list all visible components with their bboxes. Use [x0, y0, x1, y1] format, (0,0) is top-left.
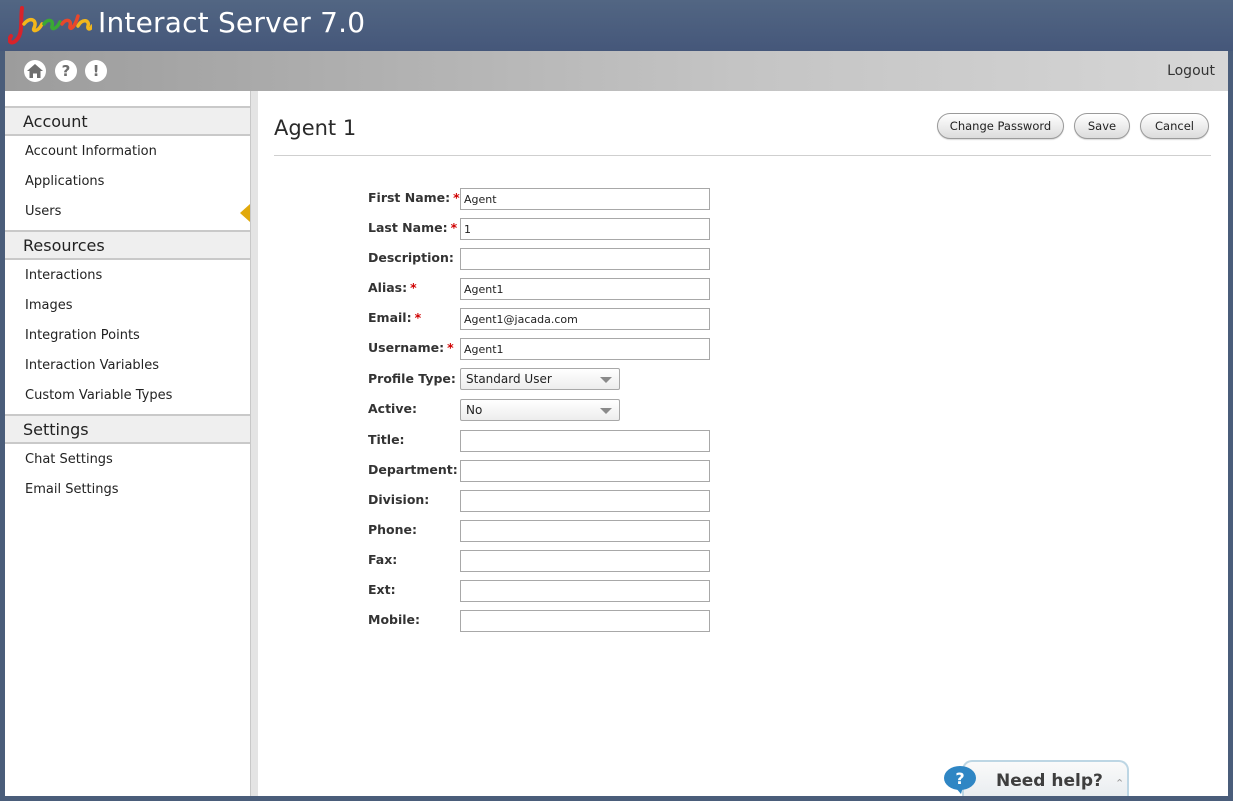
- mobile-field[interactable]: [460, 610, 710, 632]
- save-button[interactable]: Save: [1074, 113, 1130, 139]
- required-marker: *: [450, 220, 458, 235]
- alias-field[interactable]: [460, 278, 710, 300]
- alert-icon[interactable]: !: [85, 60, 107, 82]
- toolbar: ? ! Logout: [5, 51, 1228, 91]
- sidebar-item-users[interactable]: Users: [25, 204, 61, 219]
- profile-type-label: Profile Type:: [368, 371, 456, 386]
- active-item-indicator: [240, 204, 250, 222]
- sidebar-splitter[interactable]: [251, 91, 258, 796]
- active-label: Active:: [368, 401, 417, 416]
- username-field[interactable]: [460, 338, 710, 360]
- profile-type-value: Standard User: [466, 372, 552, 386]
- required-marker: *: [453, 190, 460, 205]
- sidebar-item-images[interactable]: Images: [25, 298, 73, 313]
- department-field[interactable]: [460, 460, 710, 482]
- help-bubble-glyph: ?: [955, 769, 964, 788]
- jacada-logo: [8, 6, 92, 45]
- username-label: Username: *: [368, 340, 454, 355]
- sidebar-item-integration-points[interactable]: Integration Points: [25, 328, 140, 343]
- sidebar: Account Account Information Applications…: [5, 91, 251, 796]
- title-label: Title:: [368, 432, 405, 447]
- home-icon[interactable]: [24, 60, 46, 82]
- description-label: Description:: [368, 250, 454, 265]
- sidebar-item-applications[interactable]: Applications: [25, 174, 104, 189]
- fax-label: Fax:: [368, 552, 398, 567]
- chevron-up-icon: ⌃: [1115, 777, 1125, 790]
- section-header-settings: Settings: [5, 414, 250, 444]
- ext-field[interactable]: [460, 580, 710, 602]
- first-name-label: First Name: *: [368, 190, 460, 205]
- app-header: Interact Server 7.0: [0, 0, 1233, 51]
- app-window: Interact Server 7.0 ? ! Logout Account A…: [0, 0, 1233, 801]
- ext-label: Ext:: [368, 582, 396, 597]
- department-label: Department:: [368, 462, 458, 477]
- logout-link[interactable]: Logout: [1167, 63, 1215, 79]
- chevron-down-icon: [600, 377, 612, 383]
- section-header-account: Account: [5, 106, 250, 136]
- help-bubble-icon[interactable]: ?: [943, 765, 977, 795]
- phone-field[interactable]: [460, 520, 710, 542]
- section-header-resources: Resources: [5, 230, 250, 260]
- title-divider: [274, 155, 1211, 156]
- required-marker: *: [410, 280, 417, 295]
- mobile-label: Mobile:: [368, 612, 421, 627]
- email-label: Email: *: [368, 310, 422, 325]
- sidebar-item-email-settings[interactable]: Email Settings: [25, 482, 119, 497]
- sidebar-item-interaction-variables[interactable]: Interaction Variables: [25, 358, 159, 373]
- first-name-field[interactable]: [460, 188, 710, 210]
- division-label: Division:: [368, 492, 430, 507]
- sidebar-item-account-information[interactable]: Account Information: [25, 144, 157, 159]
- help-glyph: ?: [61, 61, 71, 80]
- division-field[interactable]: [460, 490, 710, 512]
- title-field[interactable]: [460, 430, 710, 452]
- cancel-button[interactable]: Cancel: [1140, 113, 1209, 139]
- sidebar-item-chat-settings[interactable]: Chat Settings: [25, 452, 113, 467]
- need-help-label: Need help?: [996, 771, 1103, 791]
- fax-field[interactable]: [460, 550, 710, 572]
- page-title: Agent 1: [274, 116, 357, 140]
- alias-label: Alias: *: [368, 280, 417, 295]
- active-select[interactable]: No: [460, 399, 620, 421]
- last-name-field[interactable]: [460, 218, 710, 240]
- main-panel: Agent 1 Change Password Save Cancel Firs…: [258, 91, 1228, 796]
- description-field[interactable]: [460, 248, 710, 270]
- sidebar-item-custom-variable-types[interactable]: Custom Variable Types: [25, 388, 172, 403]
- required-marker: *: [414, 310, 422, 325]
- app-title: Interact Server 7.0: [98, 6, 366, 39]
- last-name-label: Last Name: *: [368, 220, 458, 235]
- chevron-down-icon: [600, 408, 612, 414]
- need-help-widget[interactable]: Need help? ⌃: [962, 760, 1129, 796]
- phone-label: Phone:: [368, 522, 418, 537]
- required-marker: *: [447, 340, 454, 355]
- sidebar-item-interactions[interactable]: Interactions: [25, 268, 102, 283]
- change-password-button[interactable]: Change Password: [937, 113, 1064, 139]
- alert-glyph: !: [92, 61, 100, 80]
- active-value: No: [466, 403, 483, 417]
- help-icon[interactable]: ?: [55, 60, 77, 82]
- email-field[interactable]: [460, 308, 710, 330]
- profile-type-select[interactable]: Standard User: [460, 368, 620, 390]
